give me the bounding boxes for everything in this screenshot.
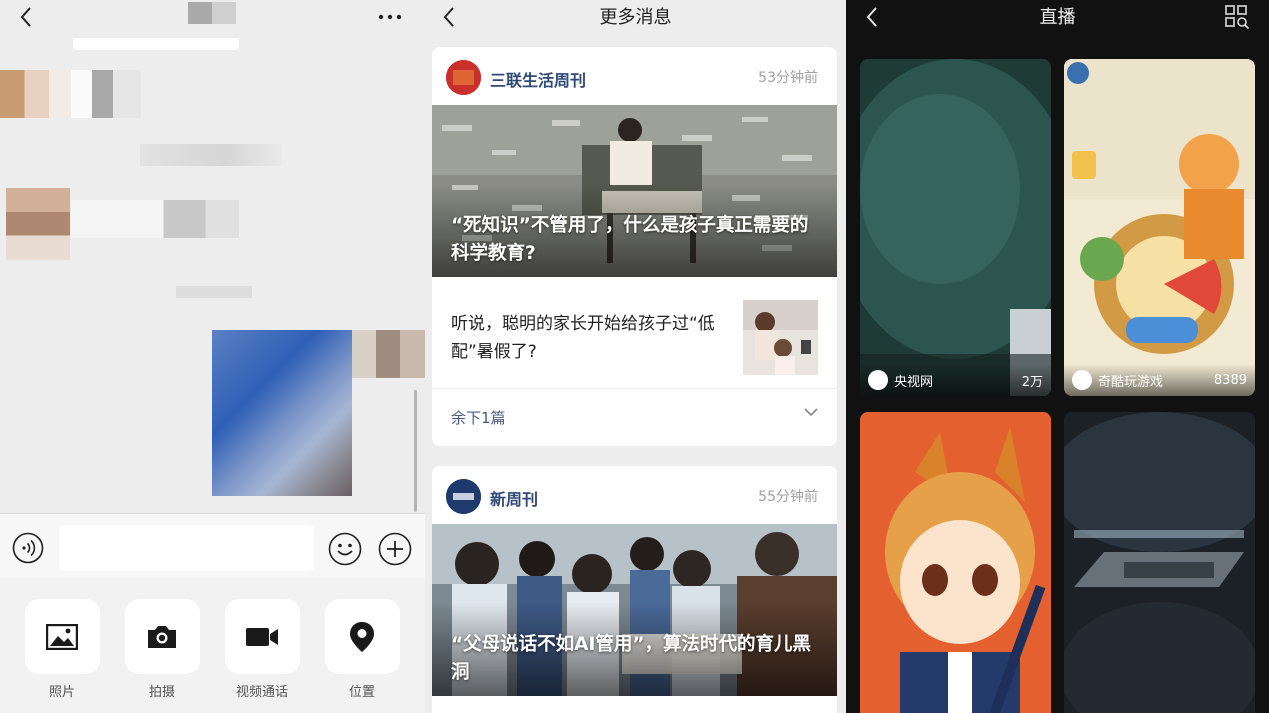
news-panel: 更多消息 三联生活周刊 53分钟前 “死知识”不管用了，什么是孩子真正需要的科学…: [425, 0, 846, 713]
back-icon[interactable]: [12, 3, 40, 31]
live-tile-footer: 央视网 2万: [860, 364, 1051, 396]
streamer-avatar: [1072, 370, 1092, 390]
message-bubble-blurred: [71, 70, 141, 118]
page-title: 更多消息: [599, 7, 672, 28]
live-thumbnail: [1064, 412, 1255, 713]
chevron-down-icon: [804, 408, 818, 417]
grid-search-icon[interactable]: [1222, 2, 1252, 32]
viewer-count: 2万: [1021, 374, 1043, 390]
cover-article[interactable]: “父母说话不如AI管用”，算法时代的育儿黑洞: [432, 524, 837, 696]
streamer-name: 央视网: [894, 374, 934, 390]
tool-video-call[interactable]: 视频通话: [224, 599, 300, 700]
publisher-name: 新周刊: [490, 490, 539, 509]
card-header[interactable]: 三联生活周刊 53分钟前: [432, 47, 837, 105]
publish-time: 55分钟前: [758, 489, 818, 505]
live-header: 直播: [846, 0, 1269, 34]
page-title: 直播: [1039, 7, 1076, 28]
viewer-count: 8389: [1213, 372, 1247, 388]
live-thumbnail: [860, 412, 1051, 713]
message-input[interactable]: [59, 525, 314, 571]
streamer-name: 奇酷玩游戏: [1098, 374, 1164, 390]
chat-title-blurred: [188, 2, 236, 24]
message-bubble-blurred: [73, 38, 239, 50]
image-message-blurred: [212, 330, 352, 496]
location-pin-icon: [350, 621, 374, 652]
tool-camera-tile[interactable]: [124, 599, 200, 674]
message-bubble-blurred: [71, 200, 239, 238]
timestamp-blurred: [140, 144, 282, 166]
more-icon[interactable]: [374, 3, 406, 31]
cover-headline: “死知识”不管用了，什么是孩子真正需要的科学教育?: [451, 215, 809, 264]
tool-label: 视频通话: [235, 685, 288, 700]
tool-label: 位置: [348, 685, 375, 700]
publisher-logo: [446, 479, 481, 514]
news-card: 新周刊 55分钟前 “父母说话不如AI管用”，算法时代的育儿黑洞: [432, 466, 837, 713]
news-card: 三联生活周刊 53分钟前 “死知识”不管用了，什么是孩子真正需要的科学教育? 听…: [432, 47, 837, 446]
card-header[interactable]: 新周刊 55分钟前: [432, 466, 837, 524]
avatar-blurred: [6, 188, 70, 260]
publisher-logo: [446, 60, 481, 95]
scrollbar[interactable]: [414, 390, 417, 512]
emoji-icon[interactable]: [327, 531, 363, 567]
sub-article[interactable]: 听说，聪明的家长开始给孩子过“低配”暑假了?: [432, 277, 837, 389]
cover-article[interactable]: “死知识”不管用了，什么是孩子真正需要的科学教育?: [432, 105, 837, 277]
live-thumbnail: [860, 59, 1051, 396]
expand-remaining[interactable]: 余下1篇: [432, 389, 837, 445]
tool-location-tile[interactable]: [324, 599, 400, 674]
video-call-icon: [246, 627, 278, 646]
add-more-icon[interactable]: [377, 531, 413, 567]
screen: 照片 拍摄 视频通话 位置 更多消息 三联生活周刊 53分钟前 “死知识”不管用…: [0, 0, 1269, 713]
chat-header: [0, 0, 425, 34]
sub-article-thumbnail: [743, 300, 818, 375]
sub-article-title: 听说，聪明的家长开始给孩子过“低配”暑假了?: [451, 314, 715, 362]
cover-headline: “父母说话不如AI管用”，算法时代的育儿黑洞: [451, 634, 812, 683]
tool-label: 拍摄: [148, 685, 175, 700]
tool-location[interactable]: 位置: [324, 599, 400, 700]
avatar-blurred: [352, 330, 425, 378]
news-header: 更多消息: [425, 0, 846, 34]
live-panel: 直播 央视网 2万 奇酷玩游戏 8389: [846, 0, 1269, 713]
live-tile-footer: 奇酷玩游戏 8389: [1064, 364, 1255, 396]
image-icon: [46, 623, 78, 650]
live-stream-tile[interactable]: [1064, 412, 1255, 713]
publish-time: 53分钟前: [758, 70, 818, 86]
live-stream-tile[interactable]: 央视网 2万: [860, 59, 1051, 396]
tool-label: 照片: [48, 685, 75, 700]
streamer-avatar: [868, 370, 888, 390]
live-thumbnail: [1064, 59, 1255, 396]
voice-input-icon[interactable]: [11, 531, 45, 565]
remaining-count: 余下1篇: [451, 409, 506, 427]
camera-icon: [148, 625, 176, 648]
tool-photo[interactable]: 照片: [24, 599, 100, 700]
timestamp-blurred: [176, 286, 252, 298]
chat-panel: 照片 拍摄 视频通话 位置: [0, 0, 425, 713]
live-stream-tile[interactable]: 奇酷玩游戏 8389: [1064, 59, 1255, 396]
more-functions-panel: 照片 拍摄 视频通话 位置: [0, 578, 425, 713]
publisher-name: 三联生活周刊: [490, 71, 587, 90]
chat-input-bar: [0, 513, 425, 578]
live-stream-tile[interactable]: [860, 412, 1051, 713]
avatar-blurred: [0, 70, 70, 118]
tool-video-call-tile[interactable]: [224, 599, 300, 674]
tool-photo-tile[interactable]: [24, 599, 100, 674]
tool-camera[interactable]: 拍摄: [124, 599, 200, 700]
